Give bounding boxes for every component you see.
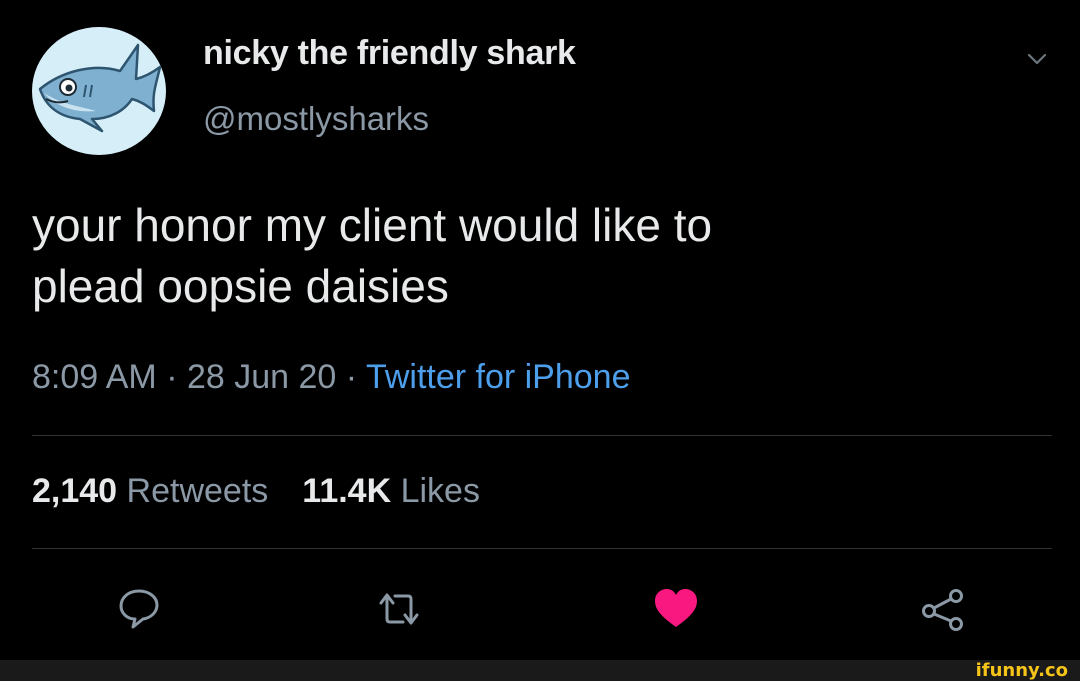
divider <box>32 435 1052 436</box>
reply-button[interactable] <box>115 585 163 633</box>
meta-separator: · <box>156 358 187 396</box>
tweet-card: nicky the friendly shark @mostlysharks y… <box>0 0 1080 660</box>
retweets-count: 2,140 <box>32 472 118 510</box>
tweet-meta: 8:09 AM · 28 Jun 20 · Twitter for iPhone <box>32 358 631 397</box>
share-icon <box>922 589 963 631</box>
likes-label: Likes <box>400 472 480 510</box>
likes-count: 11.4K <box>302 472 392 510</box>
engagement-stats: 2,140 Retweets 11.4K Likes <box>32 472 480 511</box>
like-button[interactable] <box>652 585 700 633</box>
retweet-button[interactable] <box>375 585 423 633</box>
user-handle[interactable]: @mostlysharks <box>203 100 429 138</box>
retweets-stat[interactable]: 2,140 Retweets <box>32 472 268 510</box>
chevron-down-icon <box>1027 53 1047 65</box>
retweets-label: Retweets <box>126 472 269 510</box>
heart-icon <box>655 589 697 627</box>
tweet-date: 28 Jun 20 <box>186 358 337 396</box>
shark-icon <box>38 43 162 133</box>
tweet-source-link[interactable]: Twitter for iPhone <box>366 358 631 396</box>
watermark-bar <box>0 660 1080 681</box>
likes-stat[interactable]: 11.4K Likes <box>302 472 480 510</box>
meta-separator: · <box>336 358 366 396</box>
share-button[interactable] <box>919 585 967 633</box>
more-options-button[interactable] <box>1022 44 1052 74</box>
retweet-icon <box>379 593 419 625</box>
watermark-logo: ifunny.co <box>975 660 1068 681</box>
reply-icon <box>119 589 159 629</box>
avatar[interactable] <box>32 27 166 155</box>
divider <box>32 548 1052 549</box>
display-name[interactable]: nicky the friendly shark <box>203 34 576 73</box>
tweet-time: 8:09 AM <box>32 358 157 396</box>
tweet-text: your honor my client would like to plead… <box>32 199 713 312</box>
